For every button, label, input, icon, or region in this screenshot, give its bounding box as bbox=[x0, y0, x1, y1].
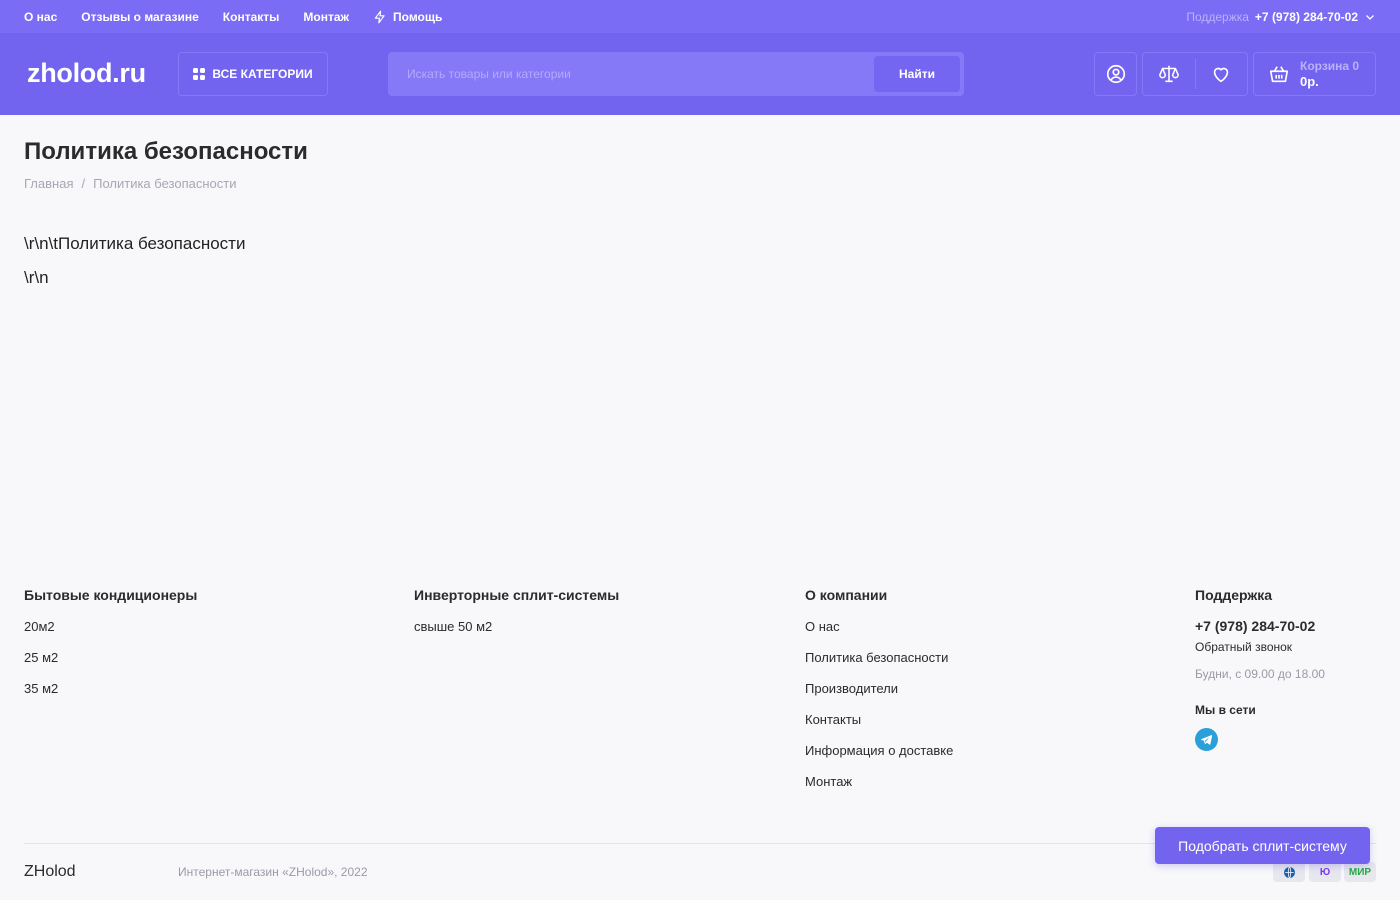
breadcrumb-home[interactable]: Главная bbox=[24, 176, 73, 191]
globe-icon bbox=[1283, 866, 1295, 878]
footer-column-title: Бытовые кондиционеры bbox=[24, 587, 198, 603]
chevron-down-icon bbox=[1366, 14, 1374, 20]
lightning-icon bbox=[374, 10, 385, 23]
pick-split-system-button[interactable]: Подобрать сплит-систему bbox=[1155, 827, 1370, 864]
yoomoney-icon: Ю bbox=[1309, 862, 1341, 882]
footer-column-title: О компании bbox=[805, 587, 888, 603]
top-bar: О нас Отзывы о магазине Контакты Монтаж … bbox=[0, 0, 1400, 33]
all-categories-label: ВСЕ КАТЕГОРИИ bbox=[212, 67, 313, 81]
footer-column-support: Поддержка +7 (978) 284-70-02 Обратный зв… bbox=[1195, 587, 1325, 751]
cart-button[interactable]: Корзина 0 0р. bbox=[1253, 52, 1376, 96]
top-nav-help[interactable]: Помощь bbox=[373, 10, 442, 24]
support-phone: +7 (978) 284-70-02 bbox=[1254, 9, 1358, 24]
working-hours: Будни, с 09.00 до 18.00 bbox=[1195, 667, 1325, 681]
content-line: \r\n\tПолитика безопасности bbox=[24, 234, 246, 253]
top-nav-about[interactable]: О нас bbox=[24, 10, 57, 24]
footer-link[interactable]: Монтаж bbox=[805, 775, 953, 806]
support-label: Поддержка bbox=[1186, 9, 1249, 24]
page-content: \r\n\tПолитика безопасности \r\n bbox=[24, 227, 245, 295]
breadcrumb-separator: / bbox=[81, 176, 86, 191]
content-line: \r\n bbox=[24, 268, 49, 287]
footer-link[interactable]: 35 м2 bbox=[24, 682, 197, 713]
account-button[interactable] bbox=[1094, 52, 1137, 96]
search-button[interactable]: Найти bbox=[874, 56, 960, 92]
compare-button[interactable] bbox=[1143, 53, 1195, 95]
grid-icon bbox=[193, 68, 206, 80]
mir-icon: МИР bbox=[1344, 862, 1376, 882]
footer-link[interactable]: Контакты bbox=[805, 713, 953, 744]
all-categories-button[interactable]: ВСЕ КАТЕГОРИИ bbox=[178, 52, 328, 96]
search-input[interactable] bbox=[388, 52, 868, 96]
footer-link[interactable]: свыше 50 м2 bbox=[414, 620, 619, 651]
telegram-icon bbox=[1201, 735, 1213, 745]
callback-link[interactable]: Обратный звонок bbox=[1195, 640, 1325, 654]
footer-link[interactable]: О нас bbox=[805, 620, 953, 651]
top-nav-installation[interactable]: Монтаж bbox=[303, 10, 349, 24]
footer-column-title: Поддержка bbox=[1195, 587, 1273, 603]
heart-icon bbox=[1213, 67, 1229, 83]
footer-link[interactable]: Информация о доставке bbox=[805, 744, 953, 775]
footer-column-company: О компании О нас Политика безопасности П… bbox=[805, 587, 953, 806]
footer-link[interactable]: Политика безопасности bbox=[805, 651, 953, 682]
footer-column-inverter: Инверторные сплит-системы свыше 50 м2 bbox=[414, 587, 619, 651]
cart-label: Корзина 0 bbox=[1300, 59, 1360, 73]
breadcrumb-current: Политика безопасности bbox=[93, 176, 237, 191]
cart-summary: Корзина 0 0р. bbox=[1300, 58, 1359, 90]
user-icon bbox=[1106, 64, 1125, 84]
breadcrumb: Главная / Политика безопасности bbox=[24, 176, 236, 191]
support-dropdown[interactable]: Поддержка +7 (978) 284-70-02 bbox=[1186, 0, 1376, 33]
footer-column-air-conditioners: Бытовые кондиционеры 20м2 25 м2 35 м2 bbox=[24, 587, 197, 713]
copyright: Интернет-магазин «ZHolod», 2022 bbox=[178, 865, 368, 879]
social-label: Мы в сети bbox=[1195, 703, 1256, 717]
cart-total: 0р. bbox=[1300, 74, 1319, 89]
help-label: Помощь bbox=[393, 9, 443, 24]
top-nav-reviews[interactable]: Отзывы о магазине bbox=[81, 10, 199, 24]
footer-link[interactable]: Производители bbox=[805, 682, 953, 713]
top-nav: О нас Отзывы о магазине Контакты Монтаж … bbox=[24, 0, 442, 33]
compare-favorites-group bbox=[1142, 52, 1248, 96]
footer-link[interactable]: 25 м2 bbox=[24, 651, 197, 682]
search-bar: Найти bbox=[388, 52, 964, 96]
top-nav-contacts[interactable]: Контакты bbox=[223, 10, 280, 24]
telegram-link[interactable] bbox=[1195, 728, 1218, 751]
footer-link[interactable]: 20м2 bbox=[24, 620, 197, 651]
basket-icon bbox=[1269, 66, 1289, 83]
footer-brand: ZHolod bbox=[24, 863, 76, 880]
main-header: zholod.ru ВСЕ КАТЕГОРИИ Найти Корзина 0 … bbox=[0, 33, 1400, 115]
footer-column-title: Инверторные сплит-системы bbox=[414, 587, 620, 603]
footer-phone[interactable]: +7 (978) 284-70-02 bbox=[1195, 618, 1325, 634]
page-title: Политика безопасности bbox=[24, 138, 308, 165]
compare-scales-icon bbox=[1158, 65, 1179, 83]
logo[interactable]: zholod.ru bbox=[27, 58, 146, 89]
visa-icon bbox=[1273, 862, 1305, 882]
favorites-button[interactable] bbox=[1195, 53, 1247, 95]
